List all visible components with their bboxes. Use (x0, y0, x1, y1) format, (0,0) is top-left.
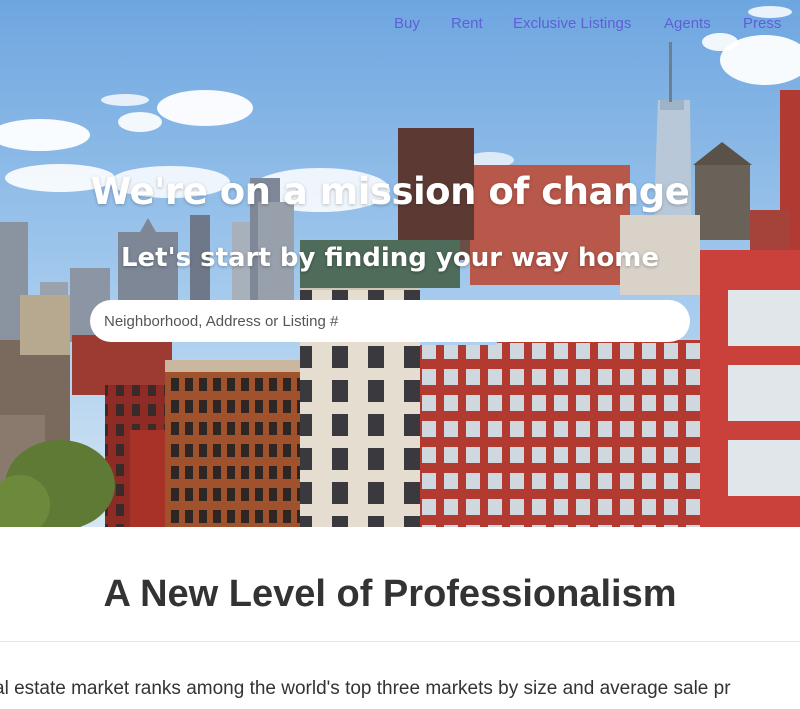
section-title: A New Level of Professionalism (103, 573, 677, 615)
section-divider (0, 641, 800, 642)
section-body-text: al estate market ranks among the world's… (0, 678, 731, 699)
section-body: al estate market ranks among the world's… (0, 678, 800, 706)
nav-link-buy[interactable]: Buy (394, 15, 420, 32)
nav-link-press[interactable]: Press (743, 15, 781, 32)
top-nav: Buy Rent Exclusive Listings Agents Press (0, 15, 800, 37)
nav-link-rent[interactable]: Rent (451, 15, 483, 32)
nav-link-agents[interactable]: Agents (664, 15, 711, 32)
nav-link-exclusive-listings[interactable]: Exclusive Listings (513, 15, 631, 32)
hero-title: We're on a mission of change (90, 170, 690, 213)
search-input[interactable] (90, 300, 690, 342)
hero-banner: Buy Rent Exclusive Listings Agents Press… (0, 0, 800, 527)
hero-subtitle: Let's start by finding your way home (120, 243, 659, 273)
